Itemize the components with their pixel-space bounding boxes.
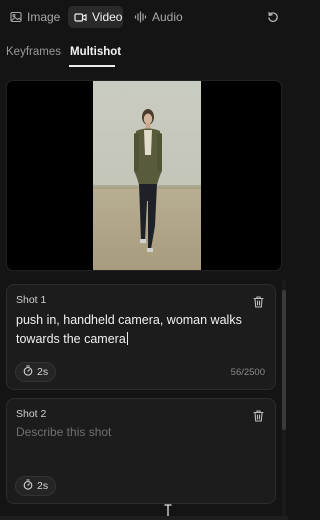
duration-selector[interactable]: 2s (15, 362, 57, 382)
shot-card: Shot 2 Describe this shot 2s (6, 398, 276, 504)
active-tab-underline (69, 65, 115, 67)
tab-audio[interactable]: Audio (128, 6, 189, 28)
timer-icon (23, 365, 33, 379)
tab-video-label: Video (92, 10, 123, 24)
multishot-panel: Image Video Audio Keyframes Multishot Sh… (0, 0, 288, 520)
video-preview[interactable] (6, 80, 282, 271)
timer-icon (23, 479, 33, 493)
sub-tab-bar: Keyframes Multishot (0, 40, 288, 68)
character-count: 56/2500 (230, 367, 265, 378)
tab-keyframes[interactable]: Keyframes (6, 46, 61, 58)
scrollbar-thumb[interactable] (282, 290, 286, 430)
duration-value: 2s (37, 480, 49, 492)
tab-audio-label: Audio (152, 10, 183, 24)
tab-video[interactable]: Video (68, 6, 123, 28)
video-camera-icon (74, 12, 87, 23)
tab-image[interactable]: Image (4, 6, 66, 28)
shot-prompt-text: push in, handheld camera, woman walks to… (16, 313, 242, 346)
shot-card: Shot 1 push in, handheld camera, woman w… (6, 284, 276, 390)
reset-icon[interactable] (266, 10, 280, 24)
duration-selector[interactable]: 2s (15, 476, 57, 496)
tab-image-label: Image (27, 10, 61, 24)
shot-prompt-placeholder[interactable]: Describe this shot (16, 425, 111, 439)
text-caret (126, 332, 128, 345)
tab-multishot[interactable]: Multishot (70, 46, 121, 58)
trash-icon[interactable] (253, 409, 265, 422)
duration-value: 2s (37, 366, 49, 378)
trash-icon[interactable] (253, 295, 265, 308)
shot-prompt-input[interactable]: push in, handheld camera, woman walks to… (16, 311, 264, 349)
bottom-divider (0, 516, 288, 520)
video-frame-image (93, 81, 201, 270)
mode-tab-bar: Image Video Audio (0, 4, 288, 30)
image-icon (10, 11, 22, 23)
audio-wave-icon (134, 11, 147, 23)
shot-title: Shot 2 (16, 408, 47, 420)
shot-title: Shot 1 (16, 294, 47, 306)
